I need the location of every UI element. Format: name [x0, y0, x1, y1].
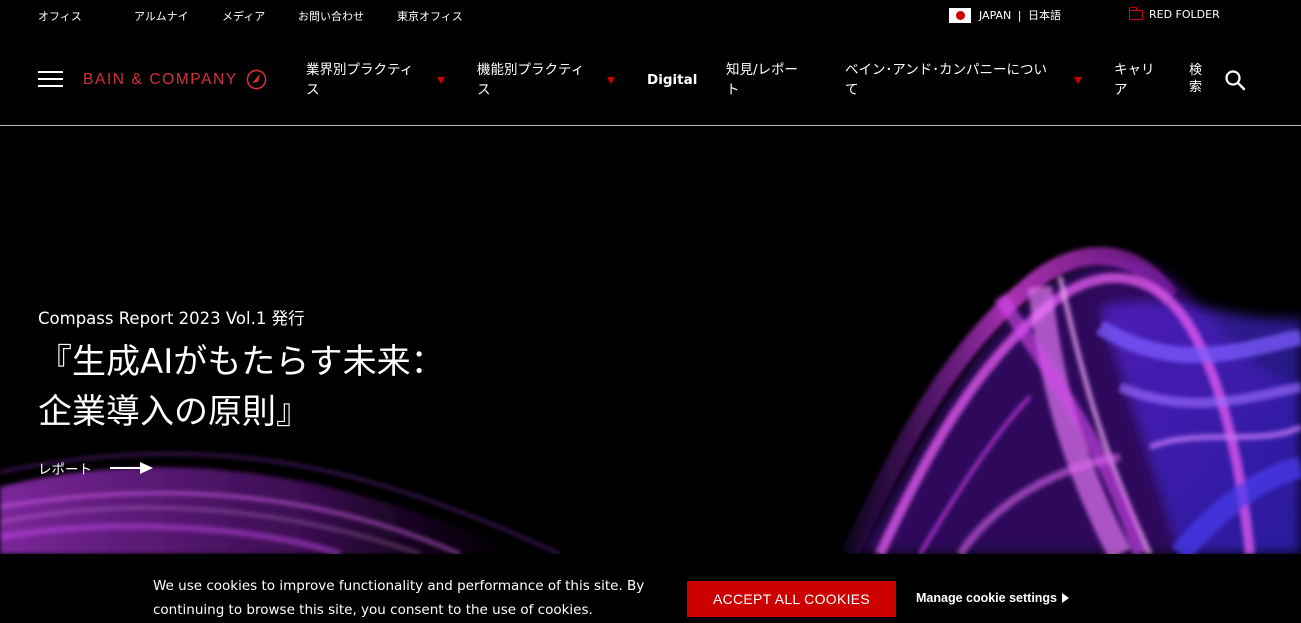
bain-logo[interactable]: BAIN & COMPANY [83, 69, 267, 90]
nav-item-insights-line1: 知見/レポー [726, 62, 799, 78]
locale-separator: | [1017, 9, 1022, 22]
nav-item-about[interactable]: ベイン･アンド･カンパニーについ て [845, 60, 1070, 100]
hero-title-line2: 企業導入の原則』 [38, 392, 310, 432]
nav-item-about-line2: て [845, 82, 859, 98]
nav-item-industries-line2: ス [306, 82, 320, 98]
utility-link-tokyo-office[interactable]: 東京オフィス [397, 8, 463, 24]
compass-logo-icon [246, 69, 267, 90]
nav-item-careers-line2: ア [1114, 82, 1128, 98]
accept-all-cookies-button[interactable]: ACCEPT ALL COOKIES [687, 581, 896, 617]
utility-link-offices[interactable]: オフィス [38, 8, 82, 24]
nav-item-search[interactable]: 検 索 [1189, 62, 1209, 96]
locale-language: 日本語 [1027, 9, 1061, 22]
utility-link-alumni[interactable]: アルムナイ [134, 8, 189, 24]
about-dropdown-icon[interactable] [1074, 77, 1082, 84]
menu-icon[interactable] [38, 71, 63, 89]
main-navigation: BAIN & COMPANY 業界別プラクティ ス 機能別プラクティ ス Dig… [0, 30, 1301, 126]
utility-link-contact[interactable]: お問い合わせ [298, 8, 364, 24]
nav-item-digital-label: Digital [647, 72, 698, 88]
locale-selector[interactable]: JAPAN | 日本語 [949, 7, 1061, 23]
red-folder-label: RED FOLDER [1149, 8, 1220, 21]
hero-kicker: Compass Report 2023 Vol.1 発行 [38, 309, 305, 328]
industries-dropdown-icon[interactable] [437, 77, 445, 84]
nav-item-capabilities[interactable]: 機能別プラクティ ス [477, 60, 602, 100]
nav-item-search-line1: 検 [1189, 63, 1203, 78]
nav-item-capabilities-line1: 機能別プラクティ [477, 62, 585, 78]
japan-flag-icon [949, 7, 971, 23]
arrow-right-icon [110, 462, 153, 474]
utility-link-media[interactable]: メディア [222, 8, 265, 24]
nav-item-industries[interactable]: 業界別プラクティ ス [306, 60, 431, 100]
cookie-banner: We use cookies to improve functionality … [0, 554, 1301, 623]
nav-item-insights-line2: ト [726, 82, 740, 98]
cookie-message-line2: continuing to browse this site, you cons… [153, 602, 593, 618]
cookie-message-line1: We use cookies to improve functionality … [153, 578, 645, 594]
nav-item-digital[interactable]: Digital [647, 70, 697, 90]
capabilities-dropdown-icon[interactable] [607, 77, 615, 84]
logo-text: BAIN & COMPANY [83, 70, 238, 88]
nav-item-insights[interactable]: 知見/レポー ト [726, 60, 816, 100]
nav-item-careers[interactable]: キャリ ア [1114, 60, 1169, 100]
hero-title: 『生成AIがもたらす未来： 企業導入の原則』 [38, 337, 445, 437]
folder-icon [1128, 6, 1143, 20]
hero-report-link[interactable]: レポート [38, 458, 154, 478]
nav-item-capabilities-line2: ス [477, 82, 491, 98]
hero-banner: Compass Report 2023 Vol.1 発行 『生成AIがもたらす未… [0, 127, 1301, 554]
nav-item-search-line2: 索 [1189, 80, 1203, 95]
play-arrow-icon [1062, 593, 1070, 603]
hero-title-line1: 『生成AIがもたらす未来： [38, 342, 445, 382]
manage-cookie-settings-label: Manage cookie settings [916, 591, 1058, 605]
red-folder-link[interactable]: RED FOLDER [1128, 6, 1220, 21]
manage-cookie-settings-link[interactable]: Manage cookie settings [916, 591, 1070, 605]
nav-item-about-line1: ベイン･アンド･カンパニーについ [845, 62, 1047, 78]
nav-item-careers-line1: キャリ [1114, 62, 1155, 78]
utility-bar: オフィス アルムナイ メディア お問い合わせ 東京オフィス JAPAN | 日本… [0, 0, 1301, 30]
search-icon[interactable] [1224, 69, 1246, 91]
hero-report-label: レポート [38, 462, 92, 478]
nav-item-industries-line1: 業界別プラクティ [306, 62, 414, 78]
locale-country: JAPAN [979, 9, 1012, 22]
cookie-message: We use cookies to improve functionality … [153, 574, 653, 622]
